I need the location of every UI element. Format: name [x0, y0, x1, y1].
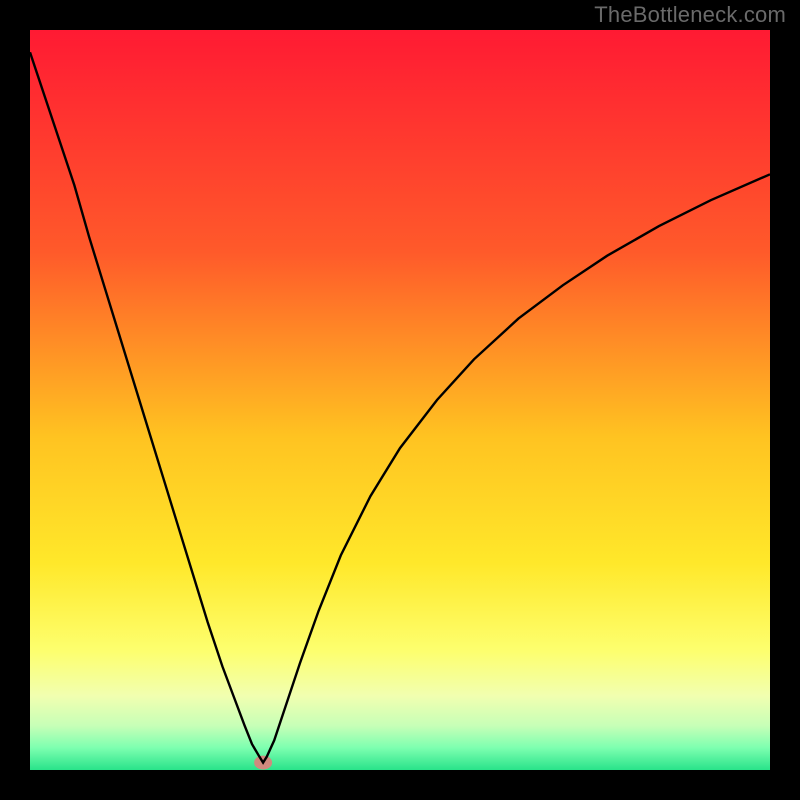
bottleneck-chart	[0, 0, 800, 800]
attribution-label: TheBottleneck.com	[594, 2, 786, 28]
plot-background	[30, 30, 770, 770]
chart-frame: TheBottleneck.com	[0, 0, 800, 800]
